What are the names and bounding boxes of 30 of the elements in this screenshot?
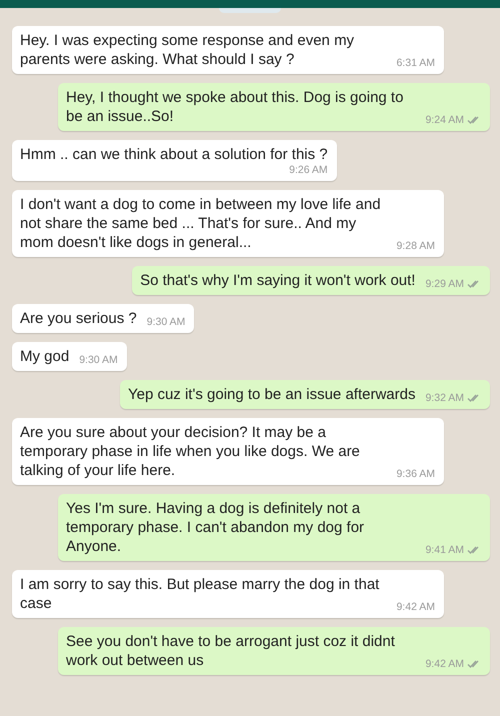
message-time: 9:32 AM <box>425 392 464 404</box>
message-text: Are you sure about your decision? It may be a temporary phase in life when you like dogs. We are talking of your life here. <box>20 423 361 480</box>
message-time: 9:30 AM <box>79 354 118 366</box>
message-time: 9:26 AM <box>289 164 328 176</box>
message-time: 9:24 AM <box>425 114 464 126</box>
message-text: My god <box>20 347 70 366</box>
message-text: See you don't have to be arrogant just coz it didnt work out between us <box>66 632 396 670</box>
message-text: I don't want a dog to come in between my love life and not share the same bed ... That's for sure.. And my mom doesn't like dogs in general... <box>20 195 382 252</box>
message-text: Are you serious ? <box>20 309 137 328</box>
message-time: 9:42 AM <box>396 601 435 613</box>
message-time: 9:30 AM <box>146 316 186 328</box>
message-time: 9:28 AM <box>396 240 435 252</box>
double-check-icon <box>467 279 481 289</box>
message-text: Yep cuz it's going to be an issue afterwards <box>128 385 416 404</box>
message-text: I am sorry to say this. But please marry the dog in that case <box>20 575 380 613</box>
double-check-icon <box>467 545 481 555</box>
message-text: Hey. I was expecting some response and even my parents were asking. What should I say ? <box>20 31 356 69</box>
date-chip <box>219 8 281 13</box>
double-check-icon <box>467 393 481 403</box>
message-text: So that's why I'm saying it won't work out! <box>140 271 416 290</box>
message-text: Hmm .. can we think about a solution for this ? <box>20 145 328 164</box>
message-time: 9:29 AM <box>425 278 464 290</box>
double-check-icon <box>467 115 481 125</box>
message-text: Yes I'm sure. Having a dog is definitely not a temporary phase. I can't abandon my dog for Anyone. <box>66 499 366 556</box>
message-time: 9:41 AM <box>425 544 464 556</box>
message-time: 6:31 AM <box>396 57 435 69</box>
double-check-icon <box>467 659 481 669</box>
message-time: 9:36 AM <box>396 468 435 480</box>
message-text: Hey, I thought we spoke about this. Dog is going to be an issue..So! <box>66 88 404 126</box>
message-time: 9:42 AM <box>425 658 464 670</box>
